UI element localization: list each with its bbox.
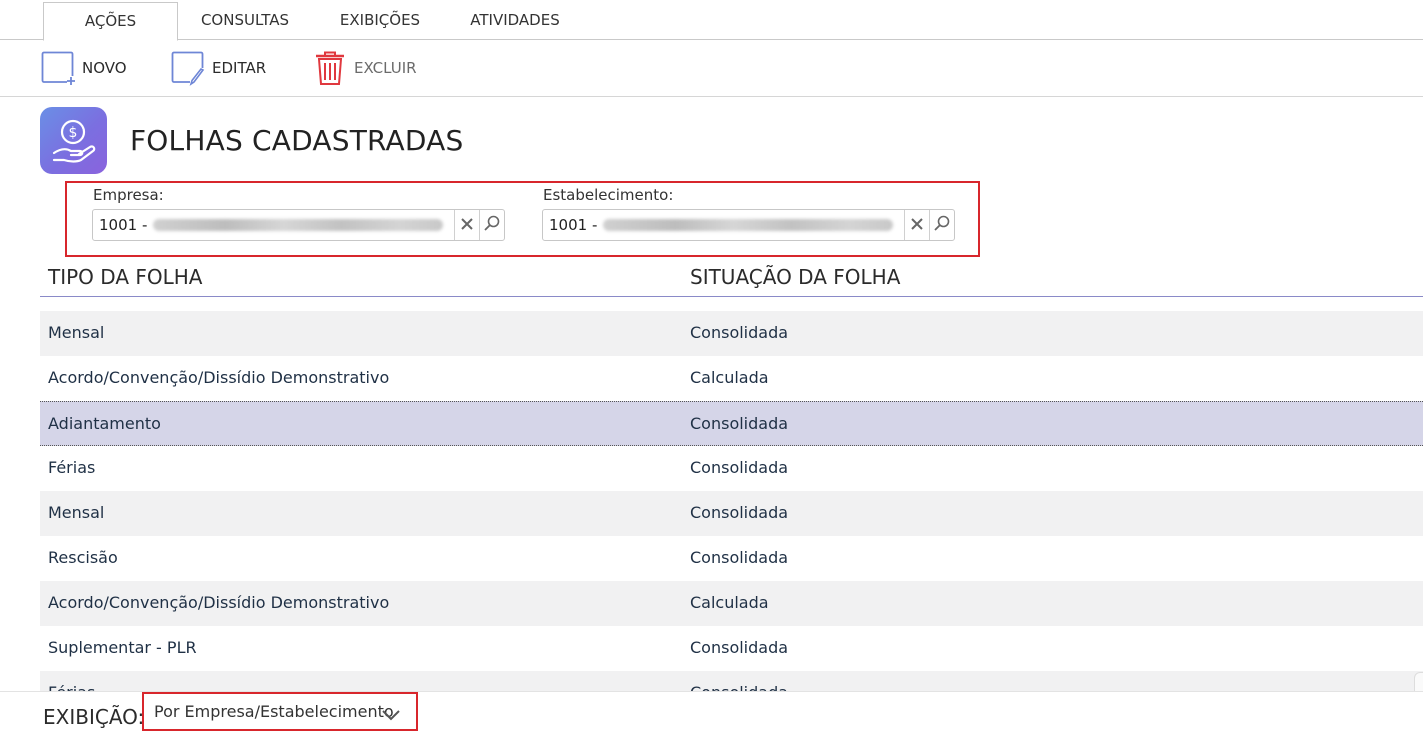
view-select[interactable]: Por Empresa/Estabelecimento xyxy=(142,692,418,731)
tab-atividades[interactable]: ATIVIDADES xyxy=(455,2,575,40)
cell-tipo: Férias xyxy=(48,683,95,691)
svg-text:$: $ xyxy=(69,125,78,141)
view-footer: EXIBIÇÃO: Por Empresa/Estabelecimento xyxy=(0,691,1423,740)
new-button-label: NOVO xyxy=(82,59,127,77)
column-header-tipo[interactable]: TIPO DA FOLHA xyxy=(48,265,202,289)
establishment-field[interactable]: 1001 - xyxy=(542,209,955,241)
establishment-value: 1001 - xyxy=(543,216,894,234)
close-icon xyxy=(460,216,474,235)
establishment-search-button[interactable] xyxy=(929,210,954,240)
table-header: TIPO DA FOLHA SITUAÇÃO DA FOLHA xyxy=(40,258,1423,297)
cell-situacao: Consolidada xyxy=(690,548,789,567)
cell-situacao: Consolidada xyxy=(690,638,789,657)
view-label: EXIBIÇÃO: xyxy=(43,705,145,729)
column-header-situacao[interactable]: SITUAÇÃO DA FOLHA xyxy=(690,265,900,289)
cell-situacao: Calculada xyxy=(690,368,769,387)
table-row[interactable]: Férias Consolidada xyxy=(40,671,1423,691)
table-row[interactable]: Rescisão Consolidada xyxy=(40,536,1423,581)
cell-tipo: Mensal xyxy=(48,323,105,342)
cell-tipo: Rescisão xyxy=(48,548,118,567)
cell-situacao: Consolidada xyxy=(690,683,788,691)
tab-consultas[interactable]: CONSULTAS xyxy=(185,2,305,40)
table-row[interactable]: Mensal Consolidada xyxy=(40,311,1423,356)
table-row[interactable]: Mensal Consolidada xyxy=(40,491,1423,536)
table-row[interactable]: Férias Consolidada xyxy=(40,446,1423,491)
tab-acoes[interactable]: AÇÕES xyxy=(43,2,178,41)
table-row-selected[interactable]: Adiantamento Consolidada xyxy=(40,401,1423,446)
table-body: Mensal Consolidada Acordo/Convenção/Diss… xyxy=(40,311,1423,691)
money-hand-icon: $ xyxy=(40,107,107,174)
search-icon xyxy=(483,214,501,236)
new-document-icon xyxy=(40,50,76,86)
company-value: 1001 - xyxy=(93,216,444,234)
new-button[interactable]: NOVO xyxy=(40,50,127,86)
company-search-button[interactable] xyxy=(479,210,504,240)
cell-tipo: Adiantamento xyxy=(48,414,161,433)
establishment-label: Estabelecimento: xyxy=(543,186,674,204)
redacted-text xyxy=(153,219,444,231)
action-toolbar: NOVO EDITAR EXCLUIR xyxy=(0,40,1423,97)
search-icon xyxy=(933,214,951,236)
delete-button[interactable]: EXCLUIR xyxy=(312,50,417,86)
company-label: Empresa: xyxy=(93,186,164,204)
tab-exibicoes[interactable]: EXIBIÇÕES xyxy=(320,2,440,40)
view-select-value: Por Empresa/Estabelecimento xyxy=(154,702,394,721)
cell-situacao: Calculada xyxy=(690,593,769,612)
close-icon xyxy=(910,216,924,235)
cell-tipo: Acordo/Convenção/Dissídio Demonstrativo xyxy=(48,368,390,387)
cell-tipo: Férias xyxy=(48,458,96,477)
edit-button[interactable]: EDITAR xyxy=(170,50,266,86)
trash-icon xyxy=(312,50,348,86)
cell-situacao: Consolidada xyxy=(690,323,789,342)
page-title: FOLHAS CADASTRADAS xyxy=(130,124,464,157)
cell-situacao: Consolidada xyxy=(690,503,789,522)
table-row[interactable]: Suplementar - PLR Consolidada xyxy=(40,626,1423,671)
cell-situacao: Consolidada xyxy=(690,458,789,477)
cell-tipo: Acordo/Convenção/Dissídio Demonstrativo xyxy=(48,593,390,612)
redacted-text xyxy=(603,219,894,231)
cell-tipo: Mensal xyxy=(48,503,105,522)
delete-button-label: EXCLUIR xyxy=(354,59,417,77)
edit-document-icon xyxy=(170,50,206,86)
cell-situacao: Consolidada xyxy=(690,414,789,433)
edit-button-label: EDITAR xyxy=(212,59,267,77)
establishment-clear-button[interactable] xyxy=(904,210,929,240)
cell-tipo: Suplementar - PLR xyxy=(48,638,197,657)
company-clear-button[interactable] xyxy=(454,210,479,240)
tab-bar: AÇÕES CONSULTAS EXIBIÇÕES ATIVIDADES xyxy=(0,0,1423,41)
chevron-down-icon xyxy=(382,706,400,725)
table-row[interactable]: Acordo/Convenção/Dissídio Demonstrativo … xyxy=(40,581,1423,626)
company-field[interactable]: 1001 - xyxy=(92,209,505,241)
table-row[interactable]: Acordo/Convenção/Dissídio Demonstrativo … xyxy=(40,356,1423,401)
